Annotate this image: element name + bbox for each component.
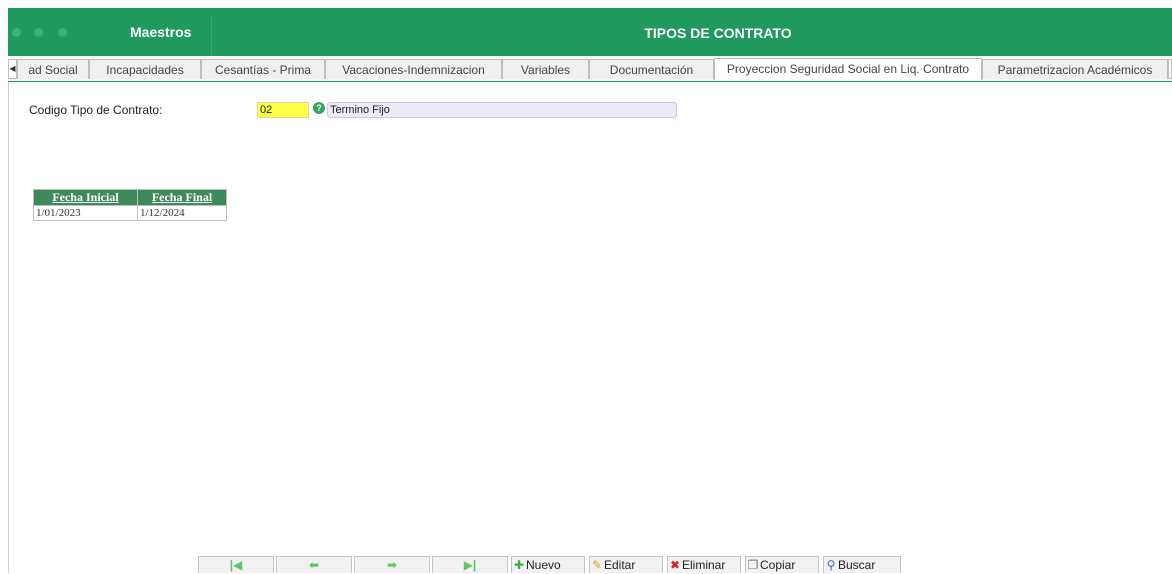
eliminar-button[interactable]: ✖ Eliminar [667, 556, 741, 573]
copy-icon: ❐ [747, 558, 759, 572]
tab-strip: ◀ ad Social Incapacidades Cesantías - Pr… [8, 56, 1172, 82]
descripcion-field: Termino Fijo [327, 102, 677, 118]
eliminar-label: Eliminar [682, 558, 726, 572]
window-frame [0, 0, 8, 573]
arrow-left-icon: ⬅ [308, 558, 320, 572]
header-divider [211, 16, 212, 56]
first-record-button[interactable]: |◀ [198, 556, 274, 573]
help-icon[interactable]: ? [313, 102, 325, 114]
tab-vacaciones-indemnizacion[interactable]: Vacaciones-Indemnizacion [325, 59, 502, 79]
pencil-icon: ✎ [591, 558, 603, 572]
tab-scroll-right-icon[interactable] [1168, 59, 1172, 79]
window-dot-icon[interactable] [34, 28, 43, 37]
window-dot-icon[interactable] [58, 28, 67, 37]
tab-scroll-left-icon[interactable]: ◀ [8, 59, 17, 79]
column-header-fecha-final[interactable]: Fecha Final [137, 189, 227, 206]
table-cell[interactable]: 1/01/2023 [33, 205, 138, 221]
app-title: Maestros [130, 24, 192, 40]
window-title: TIPOS DE CONTRATO [644, 25, 792, 41]
last-record-icon: ▶| [463, 558, 477, 572]
table-header-row: Fecha Inicial Fecha Final [33, 189, 227, 206]
tab-proyeccion-seguridad-social[interactable]: Proyeccion Seguridad Social en Liq. Cont… [714, 58, 982, 80]
tab-seguridad-social[interactable]: ad Social [17, 59, 89, 79]
plus-icon: ✚ [513, 558, 525, 572]
first-record-icon: |◀ [229, 558, 243, 572]
nuevo-label: Nuevo [526, 558, 561, 572]
table-cell[interactable]: 1/12/2024 [137, 205, 227, 221]
tab-cesantias-prima[interactable]: Cesantías - Prima [201, 59, 325, 79]
nuevo-button[interactable]: ✚ Nuevo [511, 556, 585, 573]
buscar-button[interactable]: ⚲ Buscar [823, 556, 901, 573]
previous-record-button[interactable]: ⬅ [276, 556, 352, 573]
window-border [8, 8, 9, 573]
tab-variables[interactable]: Variables [502, 59, 589, 79]
codigo-input[interactable]: 02 [257, 102, 309, 118]
fechas-table: Fecha Inicial Fecha Final 1/01/2023 1/12… [33, 189, 227, 221]
table-row[interactable]: 1/01/2023 1/12/2024 [33, 205, 227, 221]
editar-label: Editar [604, 558, 636, 572]
copiar-button[interactable]: ❐ Copiar [745, 556, 819, 573]
tab-parametrizacion-academicos[interactable]: Parametrizacion Académicos [982, 59, 1168, 79]
arrow-right-icon: ➡ [386, 558, 398, 572]
buscar-label: Buscar [838, 558, 876, 572]
title-bar: Maestros TIPOS DE CONTRATO [8, 8, 1172, 56]
copiar-label: Copiar [760, 558, 796, 572]
tab-documentacion[interactable]: Documentación [589, 59, 714, 79]
search-icon: ⚲ [826, 558, 836, 572]
next-record-button[interactable]: ➡ [354, 556, 430, 573]
codigo-label: Codigo Tipo de Contrato: [29, 103, 163, 117]
column-header-fecha-inicial[interactable]: Fecha Inicial [33, 189, 138, 206]
last-record-button[interactable]: ▶| [432, 556, 508, 573]
delete-x-icon: ✖ [669, 558, 681, 572]
tab-incapacidades[interactable]: Incapacidades [89, 59, 201, 79]
editar-button[interactable]: ✎ Editar [589, 556, 663, 573]
window-dot-icon[interactable] [12, 28, 21, 37]
